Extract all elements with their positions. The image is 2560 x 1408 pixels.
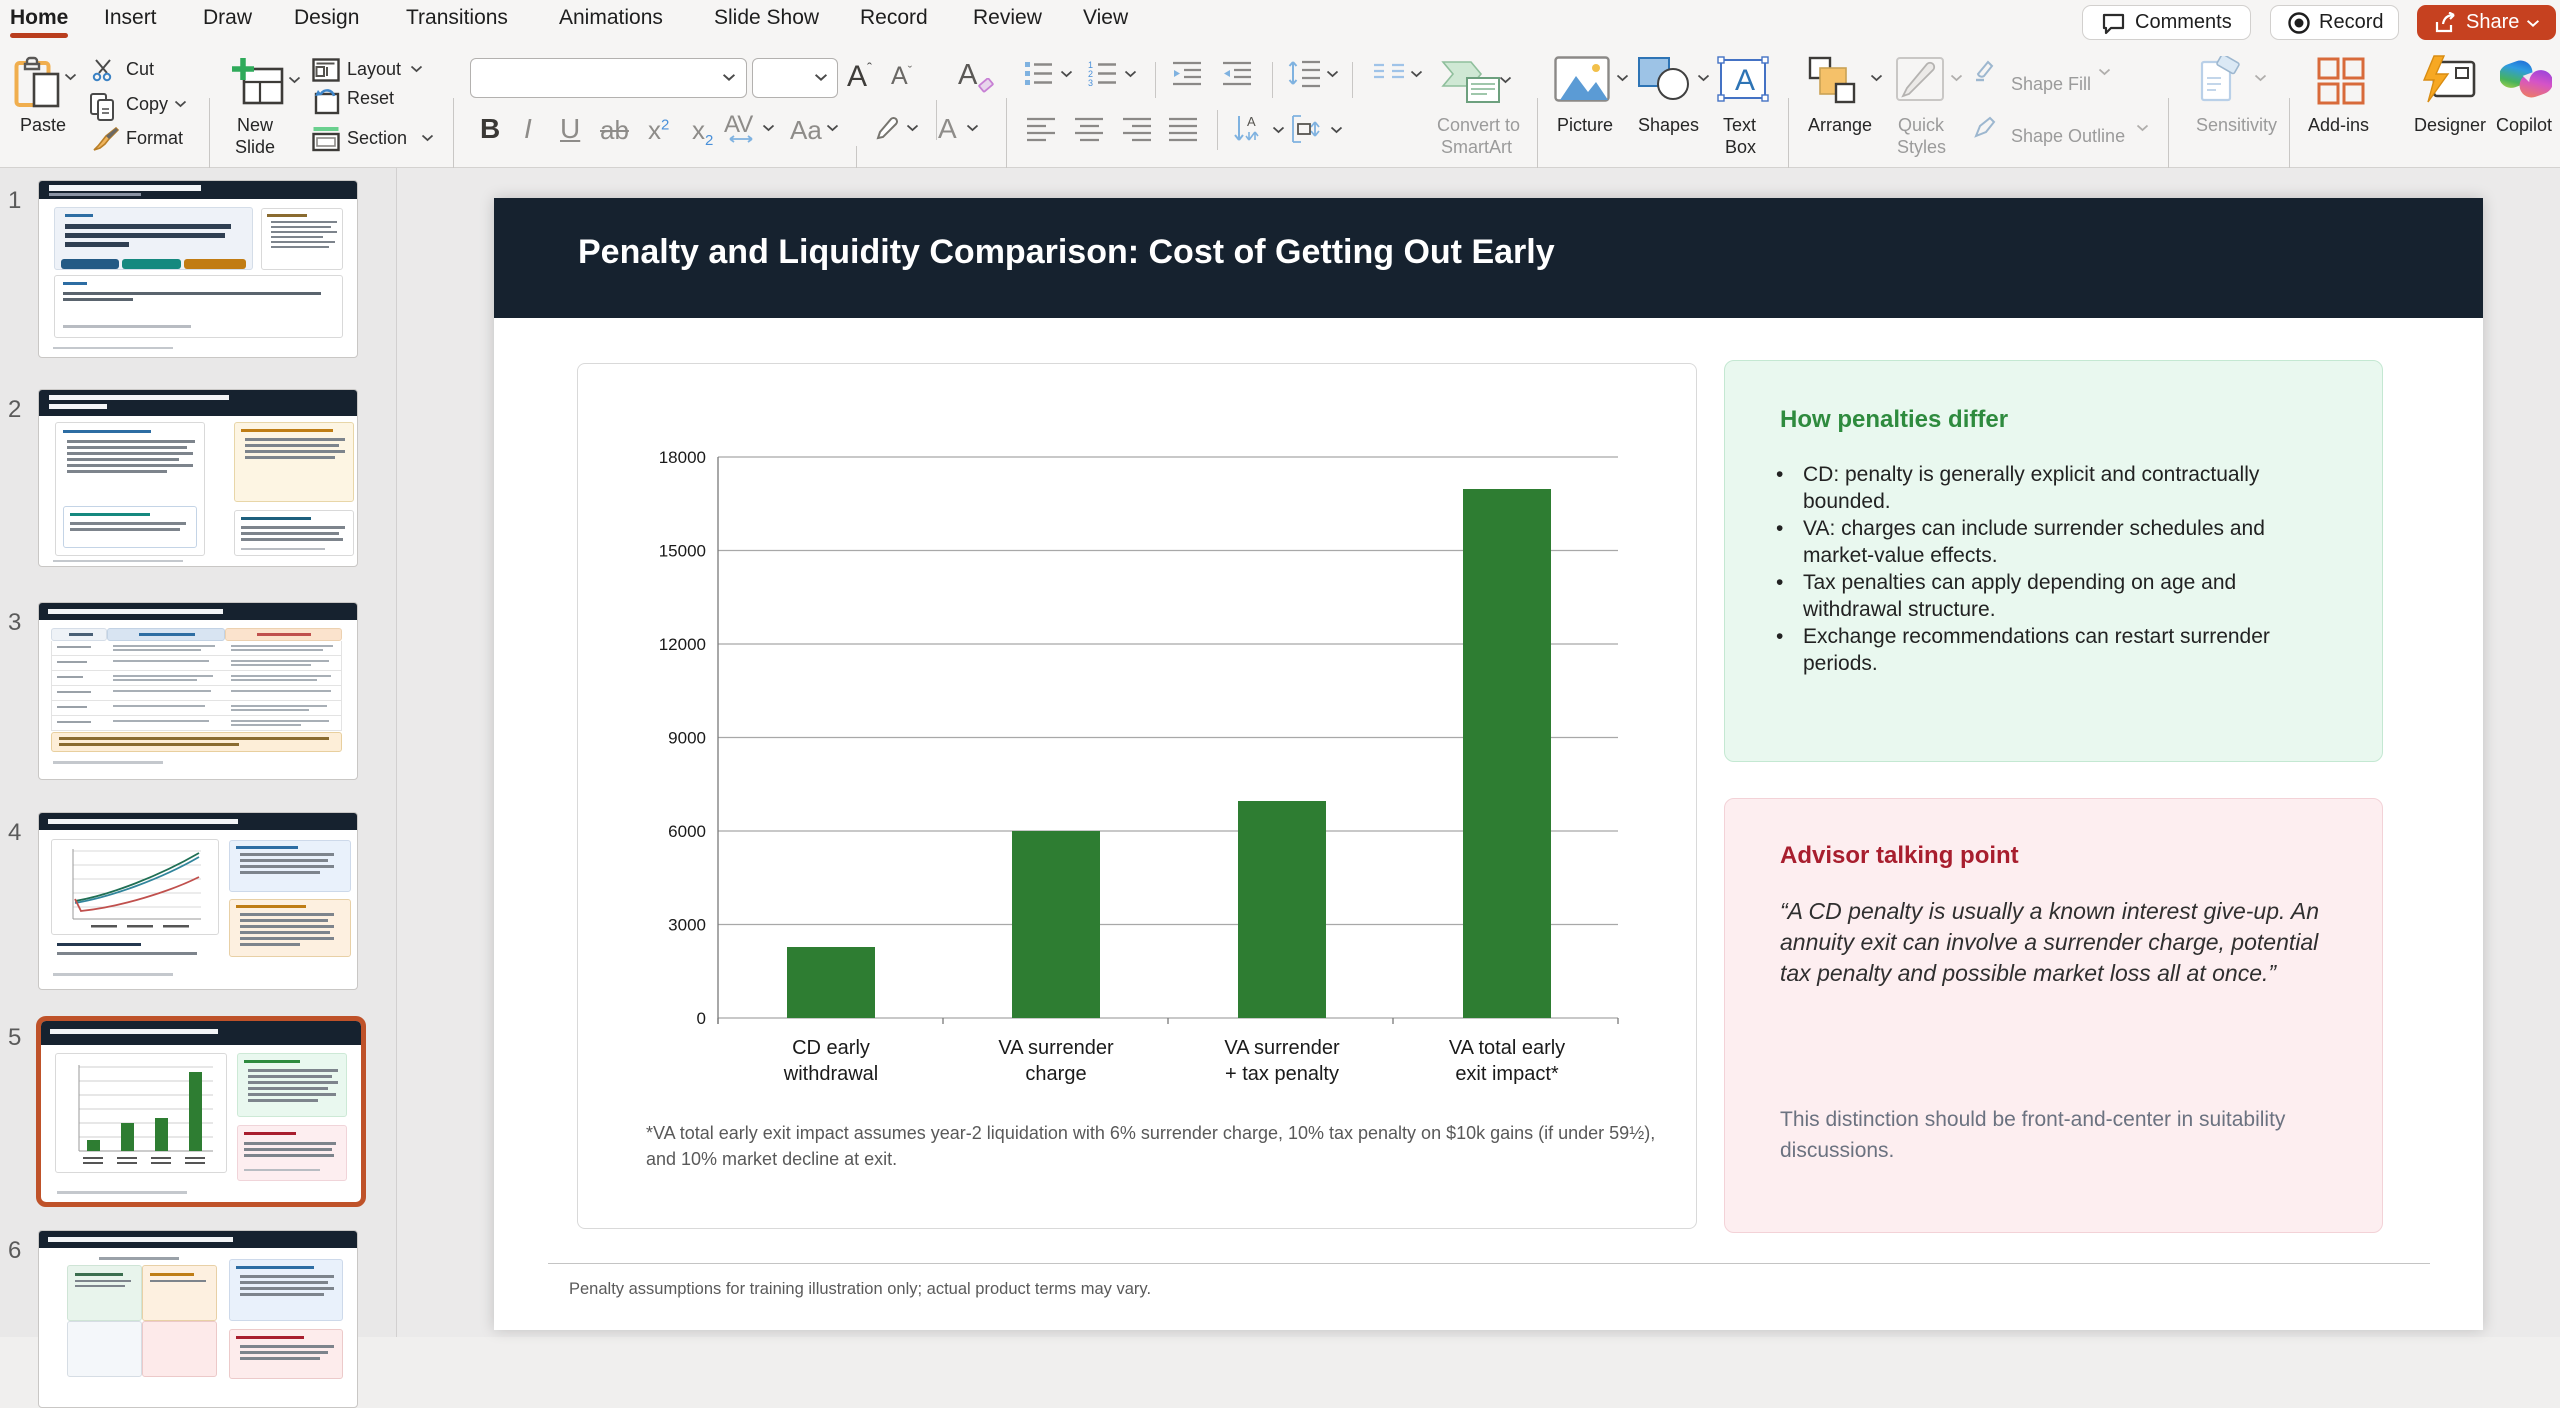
svg-text:exit impact*: exit impact* (1455, 1063, 1559, 1085)
svg-text:9000: 9000 (668, 729, 706, 748)
svg-text:A: A (1247, 114, 1256, 129)
svg-text:withdrawal: withdrawal (783, 1063, 878, 1085)
svg-text:3: 3 (1088, 78, 1093, 86)
svg-text:+ tax penalty: + tax penalty (1225, 1063, 1339, 1085)
svg-text:3000: 3000 (668, 916, 706, 935)
svg-text:VA surrender: VA surrender (1224, 1037, 1340, 1059)
svg-text:15000: 15000 (659, 542, 706, 561)
svg-text:VA total early: VA total early (1449, 1037, 1565, 1059)
svg-text:charge: charge (1025, 1063, 1086, 1085)
svg-text:0: 0 (697, 1009, 706, 1028)
svg-text:VA surrender: VA surrender (998, 1037, 1114, 1059)
svg-text:6000: 6000 (668, 822, 706, 841)
svg-text:18000: 18000 (659, 448, 706, 467)
svg-text:CD early: CD early (792, 1037, 870, 1059)
svg-text:12000: 12000 (659, 635, 706, 654)
svg-text:A: A (1735, 64, 1755, 97)
